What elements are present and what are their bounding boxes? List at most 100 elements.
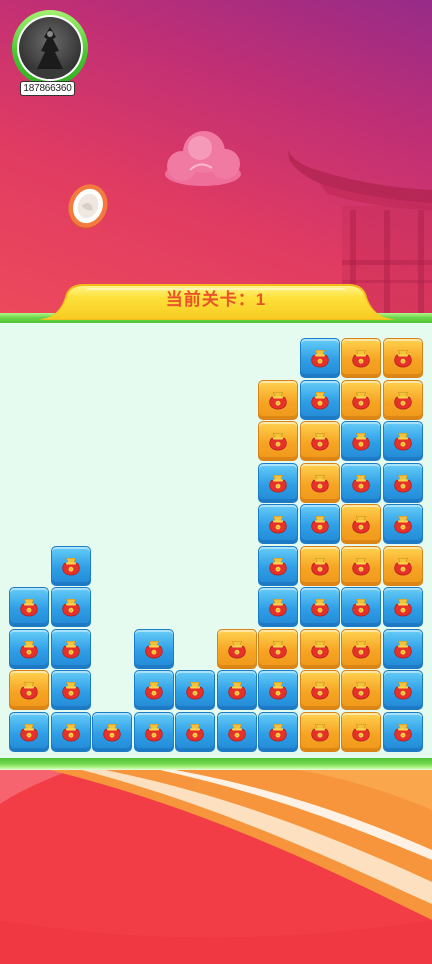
tile-orange[interactable] — [299, 545, 340, 586]
coin-icon — [68, 184, 108, 229]
money-bag-icon — [60, 597, 82, 617]
money-bag-icon — [309, 680, 331, 700]
tile-blue[interactable] — [216, 711, 257, 752]
tile-blue[interactable] — [50, 711, 91, 752]
money-bag-icon — [350, 639, 372, 659]
tile-orange[interactable] — [258, 421, 298, 461]
game-screen: 187866360 当前关卡：1 — [0, 0, 432, 964]
level-number: 1 — [255, 290, 267, 309]
tile-orange[interactable] — [299, 462, 340, 503]
avatar-frame — [17, 15, 83, 81]
tile-orange[interactable] — [341, 711, 381, 752]
money-bag-icon — [350, 514, 372, 534]
tile-blue[interactable] — [382, 711, 423, 752]
money-bag-icon — [226, 680, 248, 700]
tile-blue[interactable] — [258, 587, 298, 627]
tile-blue[interactable] — [382, 504, 423, 544]
tile-orange[interactable] — [382, 379, 423, 420]
tile-orange[interactable] — [9, 670, 49, 710]
money-bag-icon — [18, 680, 40, 700]
tile-blue[interactable] — [258, 670, 298, 710]
tile-blue[interactable] — [50, 587, 91, 627]
money-bag-icon — [267, 639, 289, 659]
money-bag-icon — [392, 722, 414, 742]
tile-orange[interactable] — [382, 545, 423, 586]
tile-orange[interactable] — [258, 379, 298, 420]
user-id-label: 187866360 — [20, 81, 75, 96]
tile-blue[interactable] — [50, 545, 91, 586]
money-bag-icon — [309, 431, 331, 451]
money-bag-icon — [309, 722, 331, 742]
tile-blue[interactable] — [50, 628, 91, 669]
tile-blue[interactable] — [382, 670, 423, 710]
money-bag-icon — [143, 639, 165, 659]
money-bag-icon — [309, 597, 331, 617]
tile-blue[interactable] — [382, 628, 423, 669]
tile-orange[interactable] — [299, 711, 340, 752]
money-bag-icon — [350, 348, 372, 368]
money-bag-icon — [267, 680, 289, 700]
tile-blue[interactable] — [299, 587, 340, 627]
tile-blue[interactable] — [9, 628, 49, 669]
avatar[interactable] — [12, 10, 88, 86]
money-bag-icon — [392, 473, 414, 493]
money-bag-icon — [267, 473, 289, 493]
level-label: 当前关卡：1 — [0, 288, 432, 312]
avatar-image — [19, 17, 81, 79]
tile-orange[interactable] — [299, 628, 340, 669]
money-bag-icon — [392, 639, 414, 659]
tile-blue[interactable] — [92, 711, 132, 752]
tile-orange[interactable] — [299, 670, 340, 710]
money-bag-icon — [60, 556, 82, 576]
tile-orange[interactable] — [341, 379, 381, 420]
tile-blue[interactable] — [216, 670, 257, 710]
tile-blue[interactable] — [382, 421, 423, 461]
tile-blue[interactable] — [341, 462, 381, 503]
tile-orange[interactable] — [216, 628, 257, 669]
money-bag-icon — [392, 680, 414, 700]
tile-blue[interactable] — [382, 462, 423, 503]
tile-orange[interactable] — [341, 504, 381, 544]
game-board — [0, 323, 432, 758]
tile-blue[interactable] — [175, 670, 215, 710]
tile-blue[interactable] — [382, 587, 423, 627]
money-bag-icon — [392, 597, 414, 617]
tile-blue[interactable] — [299, 504, 340, 544]
tile-blue[interactable] — [258, 462, 298, 503]
tile-blue[interactable] — [50, 670, 91, 710]
money-bag-icon — [267, 722, 289, 742]
money-bag-icon — [392, 348, 414, 368]
tile-blue[interactable] — [341, 421, 381, 461]
tile-blue[interactable] — [133, 628, 174, 669]
money-bag-icon — [267, 431, 289, 451]
money-bag-icon — [60, 722, 82, 742]
tile-orange[interactable] — [341, 670, 381, 710]
tile-orange[interactable] — [382, 338, 423, 378]
tile-blue[interactable] — [9, 711, 49, 752]
tile-blue[interactable] — [133, 711, 174, 752]
money-bag-icon — [309, 556, 331, 576]
tile-orange[interactable] — [341, 628, 381, 669]
bottom-decoration — [0, 770, 432, 964]
tile-orange[interactable] — [258, 628, 298, 669]
money-bag-icon — [309, 390, 331, 410]
money-bag-icon — [267, 514, 289, 534]
level-prefix: 当前关卡： — [165, 290, 256, 309]
money-bag-icon — [226, 639, 248, 659]
tile-blue[interactable] — [299, 338, 340, 378]
tile-blue[interactable] — [299, 379, 340, 420]
tile-orange[interactable] — [299, 421, 340, 461]
tile-blue[interactable] — [258, 504, 298, 544]
tile-blue[interactable] — [175, 711, 215, 752]
tile-blue[interactable] — [9, 587, 49, 627]
tile-blue[interactable] — [133, 670, 174, 710]
money-bag-icon — [309, 473, 331, 493]
tile-orange[interactable] — [341, 545, 381, 586]
money-bag-icon — [392, 431, 414, 451]
money-bag-icon — [309, 514, 331, 534]
tile-orange[interactable] — [341, 338, 381, 378]
tile-blue[interactable] — [258, 545, 298, 586]
tile-blue[interactable] — [341, 587, 381, 627]
tile-blue[interactable] — [258, 711, 298, 752]
money-bag-icon — [143, 680, 165, 700]
